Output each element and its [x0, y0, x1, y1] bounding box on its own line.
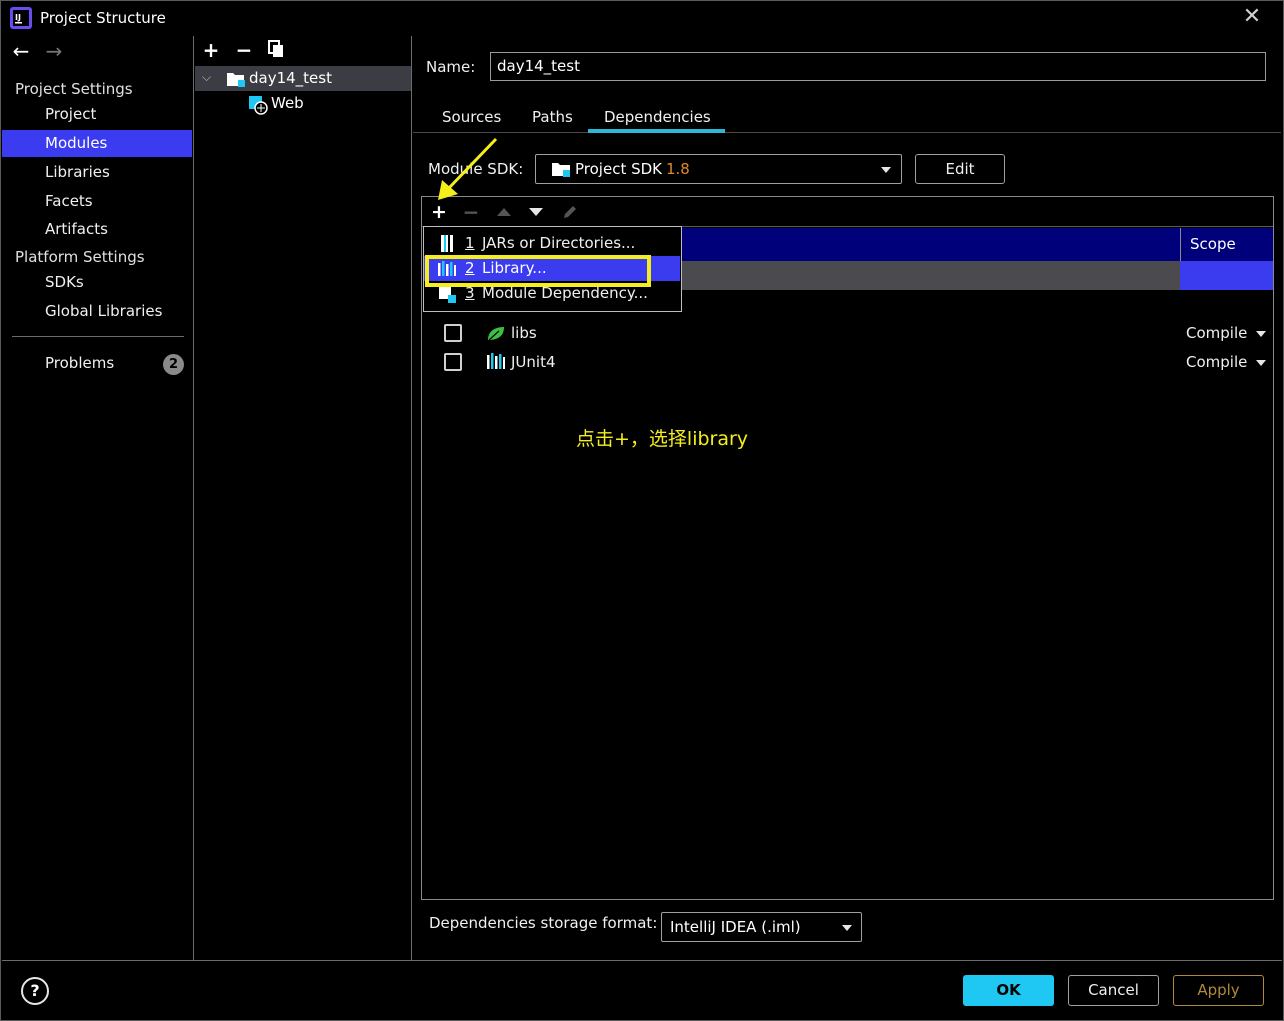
nav-item-modules[interactable]: Modules	[2, 130, 192, 157]
deps-selected-row[interactable]	[680, 261, 1180, 290]
nav-item-sdks[interactable]: SDKs	[2, 269, 192, 296]
sdk-folder-icon	[552, 163, 570, 177]
title-bar: IJ Project Structure ✕	[0, 0, 1284, 36]
web-facet-icon	[249, 96, 268, 115]
dependency-name-junit4[interactable]: JUnit4	[511, 353, 556, 371]
back-arrow-icon[interactable]: ←	[10, 40, 32, 62]
edit-pencil-icon[interactable]	[561, 203, 579, 221]
scope-select-libs[interactable]: Compile	[1186, 324, 1267, 342]
dropdown-arrow-icon	[881, 167, 891, 173]
tab-dependencies[interactable]: Dependencies	[604, 108, 711, 126]
jar-icon	[441, 235, 453, 252]
move-down-icon[interactable]	[528, 206, 544, 218]
annotation-arrow	[438, 137, 498, 200]
problems-count-badge: 2	[163, 354, 184, 375]
scope-column-header[interactable]: Scope	[1180, 228, 1273, 261]
library-highlight-box	[425, 255, 651, 287]
chevron-down-icon[interactable]: ⌵	[202, 70, 211, 85]
ok-button[interactable]: OK	[963, 975, 1054, 1006]
cancel-button[interactable]: Cancel	[1068, 975, 1159, 1006]
module-tree-panel	[194, 36, 412, 960]
svg-text:IJ: IJ	[15, 13, 21, 22]
tab-sources[interactable]: Sources	[442, 108, 501, 126]
tree-facet-label[interactable]: Web	[271, 94, 304, 112]
move-up-icon[interactable]	[496, 206, 512, 218]
module-icon	[439, 287, 456, 303]
footer-divider	[2, 960, 1282, 961]
module-folder-icon	[227, 73, 245, 87]
project-settings-heading: Project Settings	[15, 80, 133, 98]
library-icon	[487, 353, 505, 369]
popup-item-jars[interactable]: 1 JARs or Directories...	[424, 231, 680, 256]
leaf-icon	[488, 327, 504, 341]
forward-arrow-icon[interactable]: →	[43, 40, 65, 62]
module-name-input[interactable]: day14_test	[490, 52, 1266, 81]
storage-format-value: IntelliJ IDEA (.iml)	[670, 918, 801, 936]
deps-selected-row-scope[interactable]	[1180, 261, 1273, 290]
nav-item-artifacts[interactable]: Artifacts	[2, 216, 192, 243]
dropdown-arrow-icon	[842, 925, 852, 931]
window-title: Project Structure	[40, 9, 166, 27]
sdk-version: 1.8	[666, 160, 690, 178]
storage-format-label: Dependencies storage format:	[429, 914, 658, 932]
active-tab-indicator	[588, 129, 725, 133]
platform-settings-heading: Platform Settings	[15, 248, 145, 266]
tab-paths[interactable]: Paths	[532, 108, 573, 126]
add-module-button[interactable]: +	[201, 40, 221, 60]
module-sdk-combo[interactable]: Project SDK 1.8	[535, 154, 902, 184]
nav-item-facets[interactable]: Facets	[2, 188, 192, 215]
edit-sdk-button[interactable]: Edit	[915, 154, 1005, 184]
tree-module-label: day14_test	[249, 69, 332, 87]
export-checkbox-libs[interactable]	[444, 324, 462, 342]
nav-item-project[interactable]: Project	[2, 101, 192, 128]
dropdown-arrow-icon	[1256, 359, 1267, 366]
storage-format-select[interactable]: IntelliJ IDEA (.iml)	[661, 912, 862, 942]
export-checkbox-junit4[interactable]	[444, 353, 462, 371]
nav-item-global-libraries[interactable]: Global Libraries	[2, 298, 192, 325]
annotation-text: 点击+，选择library	[576, 428, 749, 450]
intellij-app-icon: IJ	[10, 7, 32, 29]
apply-button[interactable]: Apply	[1173, 975, 1264, 1006]
nav-divider	[12, 336, 184, 337]
dropdown-arrow-icon	[1256, 330, 1267, 337]
sdk-value: Project SDK	[575, 160, 662, 178]
name-label: Name:	[426, 58, 476, 76]
scope-select-junit4[interactable]: Compile	[1186, 353, 1267, 371]
remove-module-button[interactable]: −	[234, 40, 254, 60]
copy-icon[interactable]	[267, 40, 285, 58]
help-button[interactable]: ?	[21, 977, 49, 1005]
dependency-name-libs[interactable]: libs	[511, 324, 537, 342]
tab-strip-divider	[413, 132, 1281, 133]
nav-item-libraries[interactable]: Libraries	[2, 159, 192, 186]
close-icon[interactable]: ✕	[1240, 5, 1264, 29]
